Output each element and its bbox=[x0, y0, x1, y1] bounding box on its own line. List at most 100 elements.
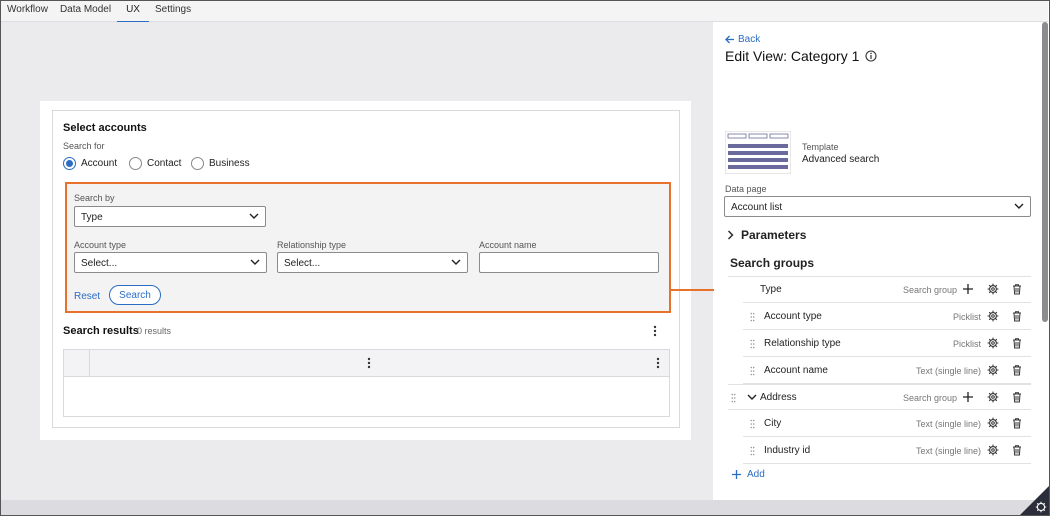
chevron-down-icon[interactable] bbox=[747, 392, 757, 402]
form-title: Select accounts bbox=[63, 122, 147, 134]
search-field-row[interactable]: Industry id Text (single line) bbox=[743, 438, 1031, 464]
info-icon[interactable] bbox=[865, 50, 877, 62]
tab-settings[interactable]: Settings bbox=[149, 1, 197, 22]
gear-icon[interactable] bbox=[987, 444, 999, 456]
plus-icon[interactable] bbox=[962, 283, 974, 295]
field-type: Text (single line) bbox=[915, 419, 981, 429]
template-label: Template bbox=[802, 142, 839, 152]
drag-handle-icon[interactable] bbox=[750, 446, 755, 456]
search-field-row[interactable]: Account type Picklist bbox=[743, 304, 1031, 330]
reset-link[interactable]: Reset bbox=[74, 291, 100, 302]
relationship-type-value: Select... bbox=[284, 258, 321, 269]
results-title: Search results bbox=[63, 325, 139, 337]
plus-icon[interactable] bbox=[962, 391, 974, 403]
data-page-select[interactable]: Account list bbox=[724, 196, 1031, 217]
back-link[interactable]: Back bbox=[725, 34, 760, 45]
trash-icon[interactable] bbox=[1011, 283, 1023, 295]
drag-handle-icon[interactable] bbox=[750, 366, 755, 376]
group-type: Search group bbox=[902, 285, 957, 295]
field-type: Picklist bbox=[952, 312, 981, 322]
radio-icon bbox=[191, 157, 204, 170]
radio-business-label: Business bbox=[209, 158, 250, 169]
field-name: Industry id bbox=[764, 445, 811, 456]
parameters-label: Parameters bbox=[741, 228, 807, 242]
chevron-down-icon bbox=[1014, 203, 1024, 209]
tab-data-model[interactable]: Data Model bbox=[54, 1, 117, 22]
parameters-toggle[interactable]: Parameters bbox=[727, 228, 806, 242]
tab-ux[interactable]: UX bbox=[117, 1, 149, 23]
trash-icon[interactable] bbox=[1011, 364, 1023, 376]
drag-handle-icon[interactable] bbox=[750, 312, 755, 322]
column-divider bbox=[89, 350, 90, 377]
search-button[interactable]: Search bbox=[109, 285, 161, 305]
field-type: Picklist bbox=[952, 339, 981, 349]
table-menu-icon[interactable] bbox=[656, 357, 660, 369]
field-type: Text (single line) bbox=[915, 366, 981, 376]
relationship-type-select[interactable]: Select... bbox=[277, 252, 468, 273]
bottom-bar bbox=[1, 500, 1048, 515]
search-by-select[interactable]: Type bbox=[74, 206, 266, 227]
panel-scrollbar[interactable] bbox=[1042, 22, 1048, 322]
search-by-value: Type bbox=[81, 212, 103, 223]
top-nav: Workflow Data Model UX Settings bbox=[1, 1, 1048, 23]
radio-business[interactable]: Business bbox=[191, 157, 250, 170]
trash-icon[interactable] bbox=[1011, 337, 1023, 349]
data-page-label: Data page bbox=[725, 184, 767, 194]
results-more-icon[interactable] bbox=[653, 325, 657, 337]
chevron-down-icon bbox=[451, 259, 461, 265]
drag-handle-icon[interactable] bbox=[731, 393, 736, 403]
search-group-row[interactable]: Address Search group bbox=[728, 384, 1031, 410]
add-group-button[interactable]: Add bbox=[731, 469, 765, 480]
field-name: Account name bbox=[764, 365, 828, 376]
account-name-label: Account name bbox=[479, 240, 537, 250]
search-field-row[interactable]: Relationship type Picklist bbox=[743, 331, 1031, 357]
radio-contact[interactable]: Contact bbox=[129, 157, 181, 170]
search-field-row[interactable]: Account name Text (single line) bbox=[743, 358, 1031, 384]
radio-selected-icon bbox=[63, 157, 76, 170]
search-field-row[interactable]: City Text (single line) bbox=[743, 411, 1031, 437]
gear-icon[interactable] bbox=[987, 417, 999, 429]
account-name-input[interactable] bbox=[479, 252, 659, 273]
data-page-value: Account list bbox=[731, 202, 783, 213]
search-by-label: Search by bbox=[74, 193, 115, 203]
group-name: Address bbox=[760, 392, 797, 403]
trash-icon[interactable] bbox=[1011, 310, 1023, 322]
chevron-right-icon bbox=[728, 230, 734, 240]
account-type-value: Select... bbox=[81, 258, 118, 269]
radio-account[interactable]: Account bbox=[63, 157, 117, 170]
tab-workflow[interactable]: Workflow bbox=[1, 1, 54, 22]
template-thumbnail-icon[interactable] bbox=[725, 131, 791, 174]
search-groups-label: Search groups bbox=[730, 256, 815, 270]
add-label: Add bbox=[747, 469, 765, 480]
corner-settings-icon[interactable] bbox=[1020, 486, 1049, 515]
field-name: City bbox=[764, 418, 782, 429]
column-menu-icon[interactable] bbox=[367, 357, 371, 369]
gear-icon[interactable] bbox=[987, 391, 999, 403]
field-name: Relationship type bbox=[764, 338, 841, 349]
chevron-down-icon bbox=[249, 213, 259, 219]
gear-icon[interactable] bbox=[987, 337, 999, 349]
back-label: Back bbox=[738, 34, 761, 45]
search-for-label: Search for bbox=[63, 141, 105, 151]
gear-icon[interactable] bbox=[987, 283, 999, 295]
account-type-select[interactable]: Select... bbox=[74, 252, 267, 273]
template-value: Advanced search bbox=[802, 154, 880, 165]
relationship-type-label: Relationship type bbox=[277, 240, 347, 250]
gear-icon[interactable] bbox=[987, 310, 999, 322]
panel-header: Edit View: Category 1 bbox=[725, 48, 877, 64]
trash-icon[interactable] bbox=[1011, 444, 1023, 456]
group-name: Type bbox=[760, 284, 782, 295]
radio-icon bbox=[129, 157, 142, 170]
drag-handle-icon[interactable] bbox=[750, 339, 755, 349]
gear-icon[interactable] bbox=[987, 364, 999, 376]
results-count: 0 results bbox=[137, 326, 172, 336]
group-type: Search group bbox=[902, 393, 957, 403]
search-group-row[interactable]: Type Search group bbox=[743, 277, 1031, 303]
account-type-label: Account type bbox=[74, 240, 127, 250]
plus-icon bbox=[732, 470, 741, 479]
trash-icon[interactable] bbox=[1011, 391, 1023, 403]
drag-handle-icon[interactable] bbox=[750, 419, 755, 429]
field-type: Text (single line) bbox=[915, 446, 981, 456]
radio-account-label: Account bbox=[81, 158, 118, 169]
trash-icon[interactable] bbox=[1011, 417, 1023, 429]
